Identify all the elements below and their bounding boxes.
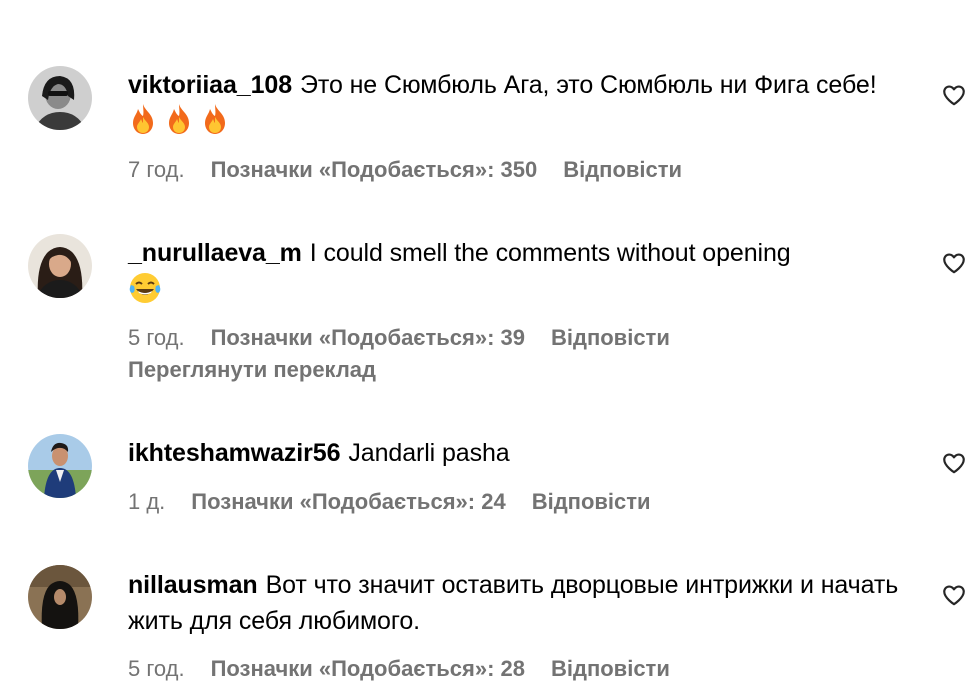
comment-meta: 7 год. Позначки «Подобається»: 350 Відпові… <box>128 155 682 185</box>
fire-emoji <box>205 104 225 134</box>
comment-likes[interactable]: Позначки «Подобається»: 350 <box>211 155 538 185</box>
comment-username[interactable]: nillausman <box>128 571 258 599</box>
comment-time[interactable]: 1 д. <box>128 487 165 517</box>
heart-outline-icon[interactable] <box>941 250 967 276</box>
comment-likes[interactable]: Позначки «Подобається»: 39 <box>211 323 525 353</box>
comment-meta: 5 год. Позначки «Подобається»: 39 Відповіс… <box>128 323 670 353</box>
comment-likes[interactable]: Позначки «Подобається»: 24 <box>191 487 505 517</box>
comment-meta: 5 год. Позначки «Подобається»: 28 Відповіс… <box>128 654 670 684</box>
user-avatar[interactable] <box>28 434 92 498</box>
comment-body: _nurullaeva_m I could smell the comments … <box>128 235 918 311</box>
heart-outline-icon[interactable] <box>941 450 967 476</box>
comment-time[interactable]: 5 год. <box>128 654 185 684</box>
heart-outline-icon[interactable] <box>941 82 967 108</box>
comment-body: nillausman Вот что значит оставить дворцо… <box>128 567 918 639</box>
comment-body: viktoriiaa_108 Это не Сюмбюль Ага, это Сю… <box>128 67 918 141</box>
user-avatar[interactable] <box>28 66 92 130</box>
comment-meta: 1 д. Позначки «Подобається»: 24 Відповісти <box>128 487 651 517</box>
fire-emoji <box>133 104 153 134</box>
reply-button[interactable]: Відповісти <box>563 155 682 185</box>
heart-outline-icon[interactable] <box>941 582 967 608</box>
comment-username[interactable]: viktoriiaa_108 <box>128 71 292 99</box>
user-avatar[interactable] <box>28 234 92 298</box>
reply-button[interactable]: Відповісти <box>532 487 651 517</box>
reply-button[interactable]: Відповісти <box>551 323 670 353</box>
reply-button[interactable]: Відповісти <box>551 654 670 684</box>
comment-text: I could smell the comments without openi… <box>309 239 791 267</box>
comment-username[interactable]: ikhteshamwazir56 <box>128 439 340 467</box>
fire-emoji <box>169 104 189 134</box>
comment-time[interactable]: 5 год. <box>128 323 185 353</box>
comment-likes[interactable]: Позначки «Подобається»: 28 <box>211 654 525 684</box>
tears-of-joy-emoji <box>129 273 161 303</box>
comment-text: Это не Сюмбюль Ага, это Сюмбюль ни Фига … <box>300 71 877 99</box>
see-translation-button[interactable]: Переглянути переклад <box>128 355 376 385</box>
comment-username[interactable]: _nurullaeva_m <box>128 239 302 267</box>
comment-body: ikhteshamwazir56 Jandarli pasha <box>128 435 918 471</box>
comment-time[interactable]: 7 год. <box>128 155 185 185</box>
fire-emoji-group <box>128 104 236 137</box>
user-avatar[interactable] <box>28 565 92 629</box>
comment-text: Jandarli pasha <box>348 439 510 467</box>
